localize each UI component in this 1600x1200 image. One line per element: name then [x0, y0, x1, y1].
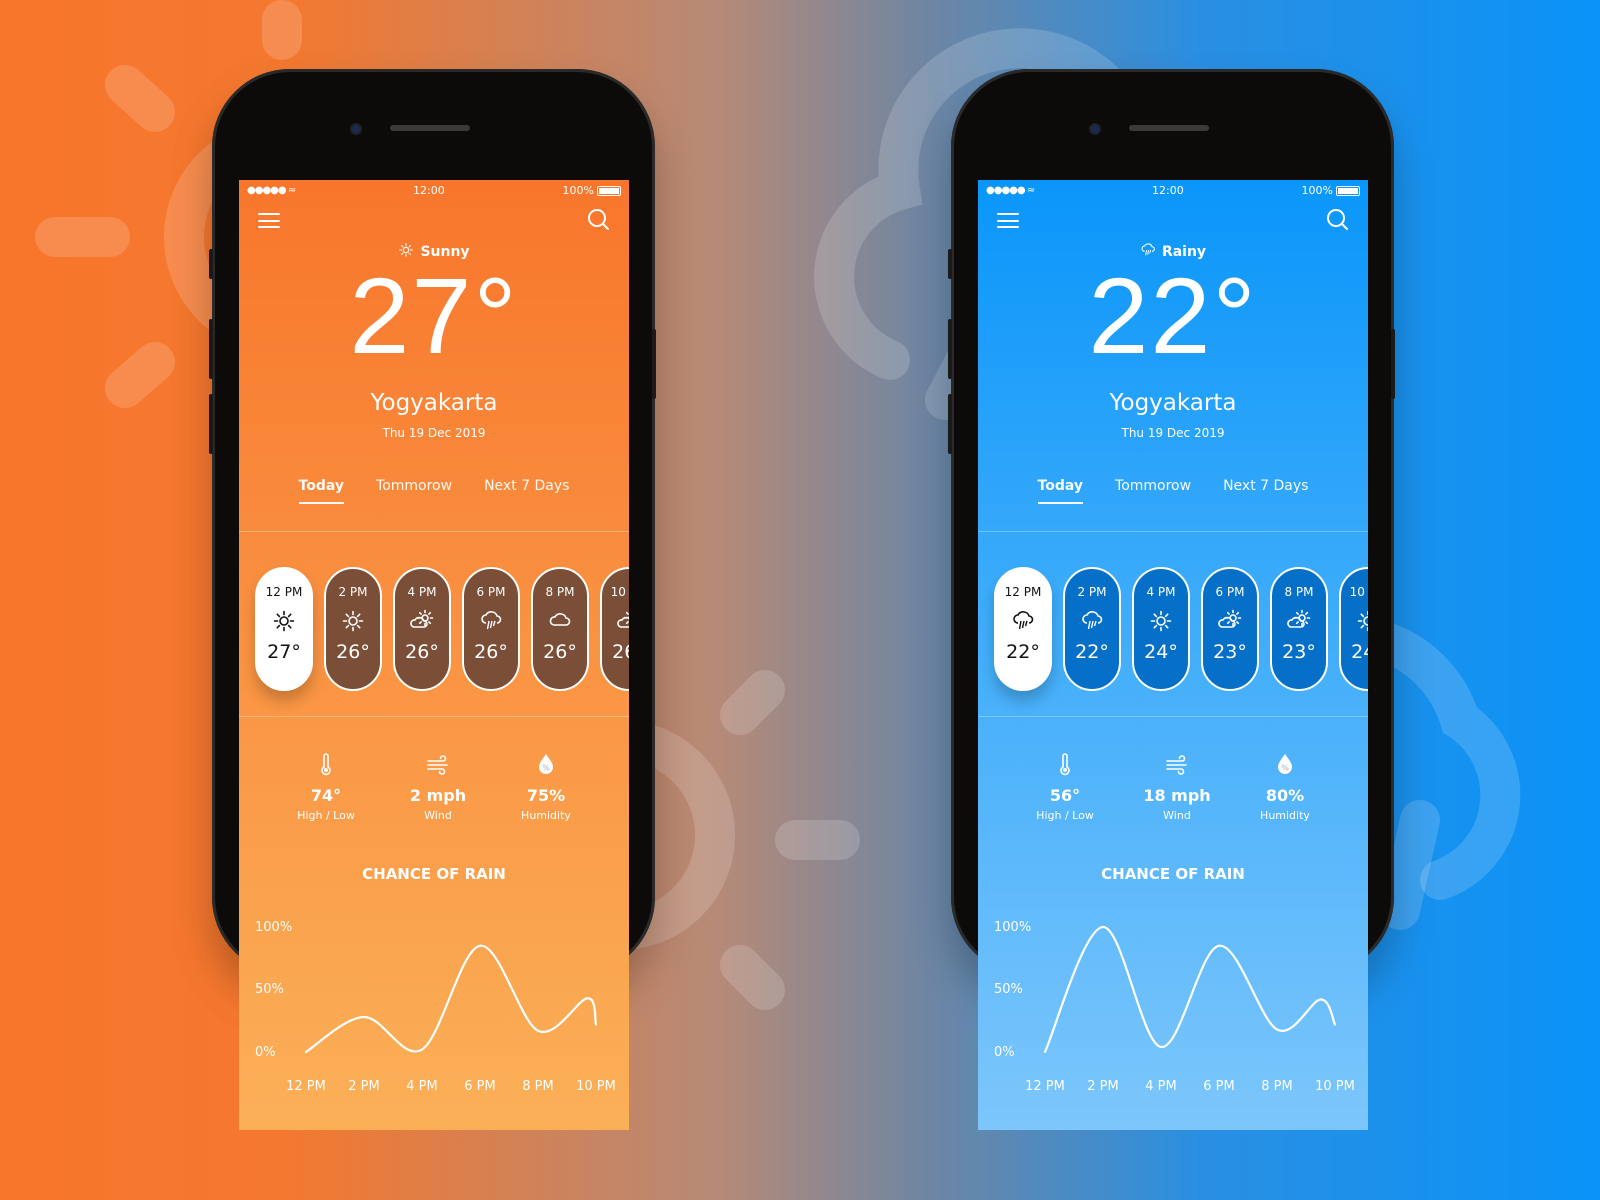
x-tick-label: 4 PM — [406, 1079, 437, 1094]
rain-chance-line — [1043, 925, 1337, 1054]
phone-side-button — [209, 394, 213, 454]
x-tick-label: 4 PM — [1145, 1079, 1176, 1094]
x-tick-label: 2 PM — [348, 1079, 379, 1094]
front-camera — [1089, 123, 1101, 135]
x-tick-label: 2 PM — [1087, 1079, 1118, 1094]
phone-side-button — [209, 319, 213, 379]
x-tick-label: 10 PM — [1315, 1079, 1355, 1094]
y-tick-label: 100% — [994, 920, 1031, 935]
earpiece-speaker — [390, 125, 470, 131]
rain-chart: 100% 50% 0% 12 PM 2 PM 4 PM 6 PM 8 PM 10 PM — [255, 920, 616, 1094]
phone-side-button — [209, 249, 213, 279]
phone-side-button — [948, 394, 952, 454]
x-tick-label: 10 PM — [576, 1079, 616, 1094]
x-tick-label: 12 PM — [1025, 1079, 1065, 1094]
y-tick-label: 50% — [994, 982, 1023, 997]
screen-rainy: ●●●●● ≈12:00 100% Rainy 22° Yogyakarta Thu 19… — [978, 180, 1368, 1130]
y-tick-label: 0% — [255, 1045, 276, 1060]
phone-side-button — [948, 249, 952, 279]
screen-sunny: ●●●●● ≈12:00 100% Sunny 27° Yogyakarta Thu 19… — [239, 180, 629, 1130]
x-tick-label: 8 PM — [522, 1079, 553, 1094]
rain-chance-line — [304, 944, 598, 1054]
phone-side-button — [652, 329, 656, 399]
y-tick-label: 0% — [994, 1045, 1015, 1060]
y-tick-label: 50% — [255, 982, 284, 997]
y-tick-label: 100% — [255, 920, 292, 935]
cloud-decoration-icon — [1360, 620, 1521, 930]
x-tick-label: 8 PM — [1261, 1079, 1292, 1094]
phone-side-button — [1391, 329, 1395, 399]
earpiece-speaker — [1129, 125, 1209, 131]
phone-side-button — [948, 319, 952, 379]
rain-chart: 100% 50% 0% 12 PM 2 PM 4 PM 6 PM 8 PM 10 PM — [994, 920, 1355, 1094]
x-tick-label: 6 PM — [1203, 1079, 1234, 1094]
x-tick-label: 6 PM — [464, 1079, 495, 1094]
front-camera — [350, 123, 362, 135]
x-tick-label: 12 PM — [286, 1079, 326, 1094]
